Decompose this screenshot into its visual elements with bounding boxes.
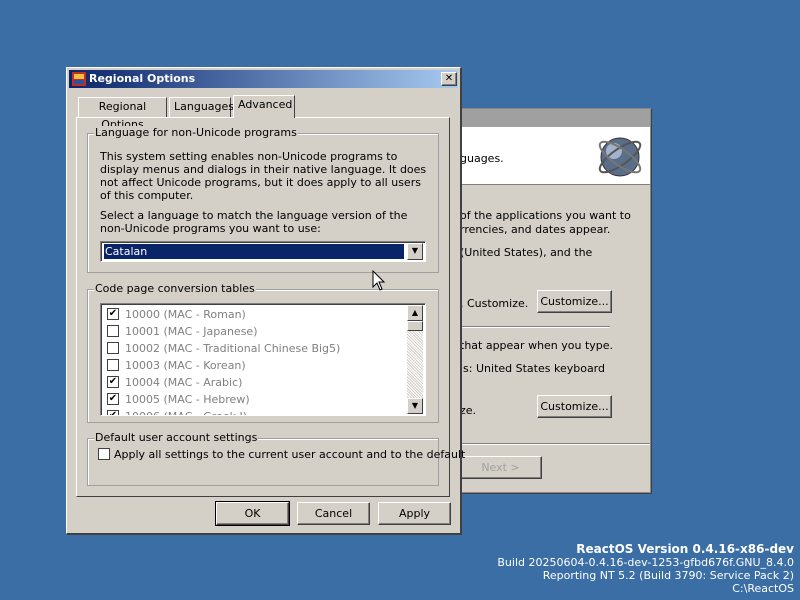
list-item-label: 10001 (MAC - Japanese) (125, 325, 258, 338)
code-page-group-title: Code page conversion tables (94, 282, 256, 295)
list-item-checkbox[interactable]: ✔ (107, 376, 119, 388)
background-window: guages. of the applications you want to … (448, 108, 651, 493)
apply-all-label[interactable]: Apply all settings to the current user a… (114, 448, 465, 461)
customize-text-1: . Customize. (460, 297, 529, 310)
reporting-info: Reporting NT 5.2 (Build 3790: Service Pa… (542, 569, 794, 582)
close-button[interactable]: ✕ (441, 72, 457, 86)
customize-button-2[interactable]: Customize... (537, 395, 612, 418)
scroll-up-button[interactable]: ▲ (407, 305, 423, 321)
globe-icon (598, 137, 642, 177)
default-user-group-title: Default user account settings (94, 431, 259, 444)
default-user-group: Default user account settings Apply all … (87, 431, 465, 486)
tab-languages[interactable]: Languages (169, 97, 234, 117)
background-window-header: guages. (449, 127, 650, 185)
list-item-checkbox[interactable] (107, 342, 119, 354)
scroll-thumb[interactable] (407, 321, 423, 331)
list-item-label: 10005 (MAC - Hebrew) (125, 393, 250, 406)
code-page-group: Code page conversion tables ✔ 10000 (MAC… (87, 282, 439, 423)
mouse-cursor-icon (372, 270, 386, 291)
list-item-label: 10002 (MAC - Traditional Chinese Big5) (125, 342, 341, 355)
apply-all-checkbox[interactable] (98, 448, 110, 460)
background-window-titlebar (449, 109, 650, 127)
non-unicode-description: This system setting enables non-Unicode … (100, 150, 427, 202)
chevron-up-icon: ▲ (411, 308, 419, 317)
select-language-prompt: Select a language to match the language … (100, 209, 408, 235)
info-line-5: is: United States keyboard (460, 362, 605, 375)
info-line-2: rrencies, and dates appear. (460, 223, 611, 236)
ok-button[interactable]: OK (215, 501, 290, 526)
list-item-checkbox[interactable]: ✔ (107, 393, 119, 405)
list-item-checkbox[interactable]: ✔ (107, 308, 119, 320)
regional-options-icon (72, 72, 86, 86)
list-scrollbar[interactable]: ▲ ▼ (407, 305, 423, 414)
close-icon: ✕ (444, 73, 454, 84)
list-item-label: 10004 (MAC - Arabic) (125, 376, 243, 389)
chevron-down-icon: ▼ (411, 401, 419, 410)
cancel-button[interactable]: Cancel (297, 502, 370, 525)
customize-text-2: ze. (460, 404, 477, 417)
footer-divider (449, 443, 650, 445)
version-info: ReactOS Version 0.4.16-x86-dev Build 202… (497, 542, 794, 596)
tab-page: Language for non-Unicode programs This s… (76, 117, 465, 497)
list-item-label: 10000 (MAC - Roman) (125, 308, 246, 321)
build-info: Build 20250604-0.4.16-dev-1253-gfbd676f.… (497, 556, 794, 569)
language-select-value: Catalan (103, 243, 405, 260)
chevron-down-icon: ▼ (411, 246, 419, 255)
customize-button-1[interactable]: Customize... (537, 290, 612, 313)
scroll-down-button[interactable]: ▼ (407, 398, 423, 414)
regional-options-dialog: Regional Options ✕ Regional Options Lang… (66, 67, 465, 534)
non-unicode-group: Language for non-Unicode programs This s… (87, 126, 439, 273)
info-line-1: of the applications you want to (460, 209, 631, 222)
header-text: guages. (460, 152, 504, 165)
language-select[interactable]: Catalan ▼ (100, 241, 426, 262)
non-unicode-group-title: Language for non-Unicode programs (94, 126, 298, 139)
info-line-4: that appear when you type. (460, 339, 614, 352)
apply-button[interactable]: Apply (378, 502, 451, 525)
tab-regional-options[interactable]: Regional Options (78, 97, 167, 131)
dialog-titlebar: Regional Options ✕ (69, 70, 458, 88)
dialog-title: Regional Options (89, 72, 196, 85)
list-item-checkbox[interactable]: ✔ (107, 410, 119, 415)
list-item-checkbox[interactable] (107, 359, 119, 371)
list-item-checkbox[interactable] (107, 325, 119, 337)
version-title: ReactOS Version 0.4.16-x86-dev (576, 542, 794, 556)
divider (460, 326, 610, 328)
info-line-3: (United States), and the (460, 246, 593, 259)
system-path: C:\ReactOS (732, 582, 794, 595)
list-item-label: 10003 (MAC - Korean) (125, 359, 246, 372)
code-page-list[interactable]: ✔ 10000 (MAC - Roman) 10001 (MAC - Japan… (100, 303, 426, 416)
tab-advanced[interactable]: Advanced (233, 95, 295, 118)
list-item-label: 10006 (MAC - Greek I) (125, 408, 247, 415)
language-dropdown-button[interactable]: ▼ (407, 243, 423, 260)
next-button[interactable]: Next > (459, 456, 542, 479)
